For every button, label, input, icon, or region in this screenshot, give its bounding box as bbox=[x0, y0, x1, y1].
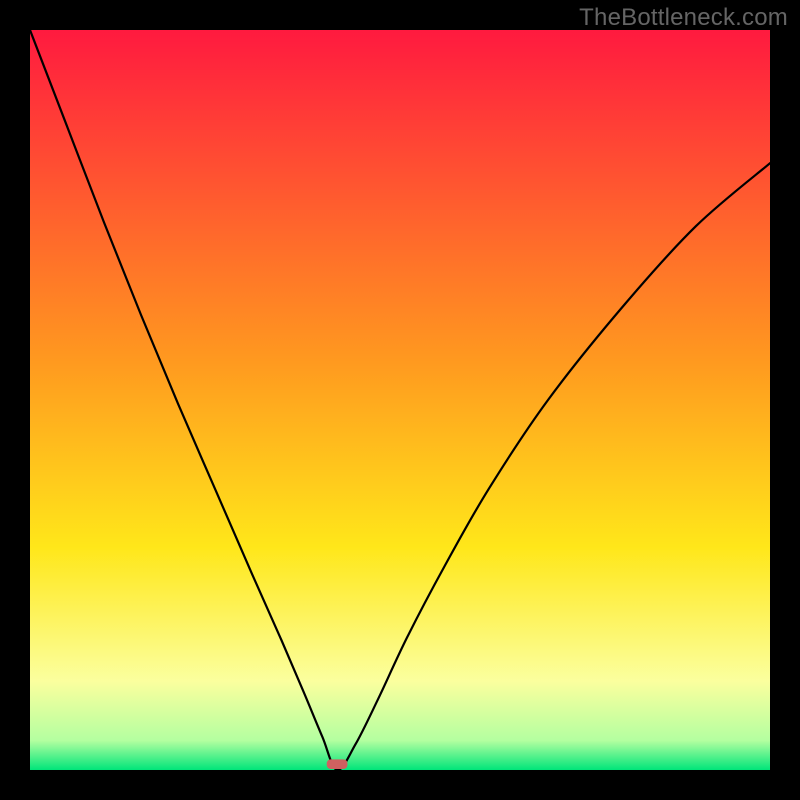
gradient-background bbox=[30, 30, 770, 770]
chart-svg bbox=[30, 30, 770, 770]
figure-container: TheBottleneck.com bbox=[0, 0, 800, 800]
plot-area bbox=[30, 30, 770, 770]
watermark-text: TheBottleneck.com bbox=[579, 4, 788, 32]
minimum-marker bbox=[327, 759, 348, 769]
